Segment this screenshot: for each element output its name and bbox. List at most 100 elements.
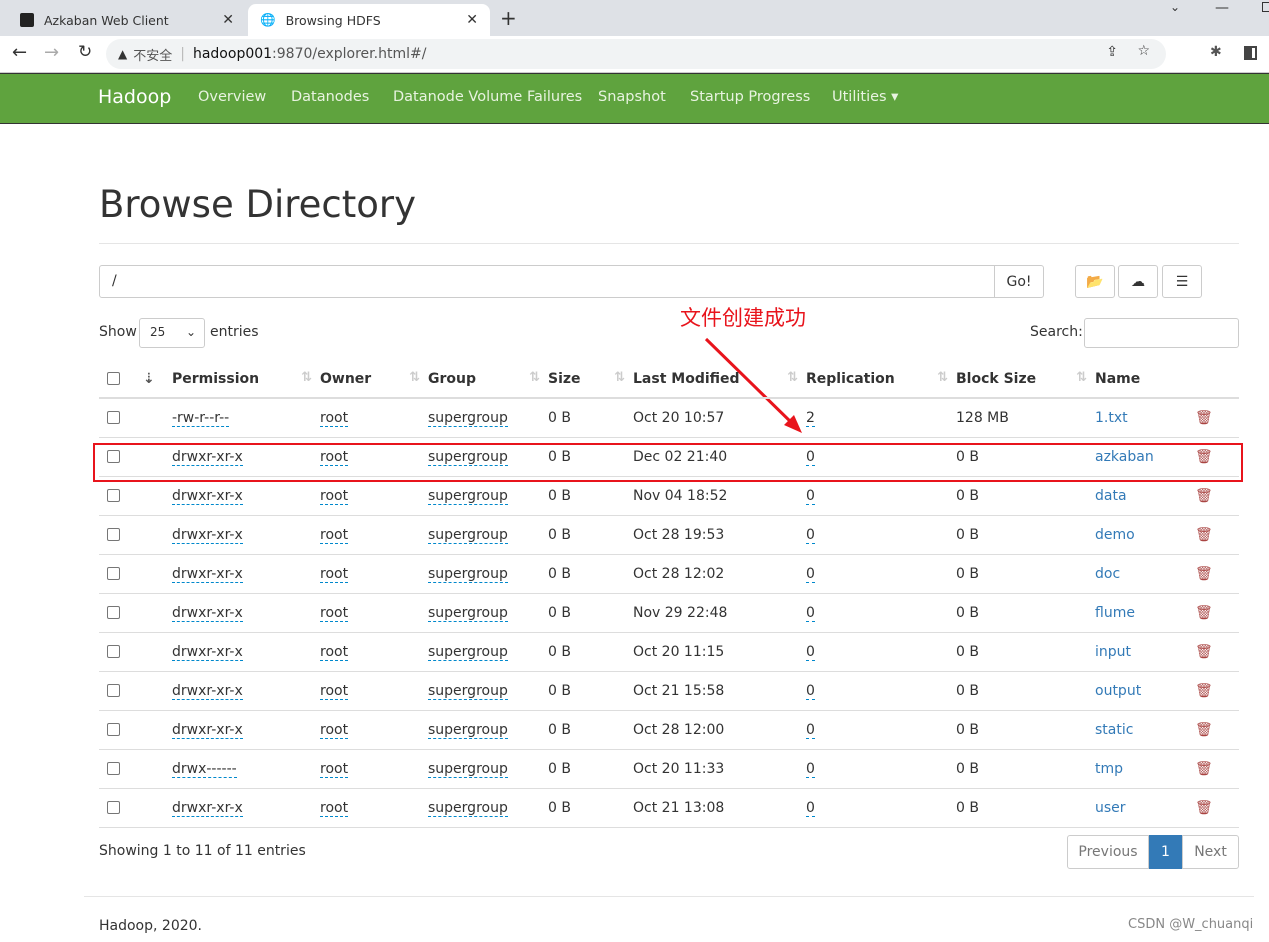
select-cell bbox=[99, 710, 143, 750]
column-header[interactable]: Owner ⇅ bbox=[320, 360, 428, 399]
trash-icon[interactable]: 🗑 bbox=[1195, 527, 1213, 543]
nav-datanodes[interactable]: Datanodes bbox=[291, 89, 369, 105]
trash-icon[interactable]: 🗑 bbox=[1195, 644, 1213, 660]
nav-volume-failures[interactable]: Datanode Volume Failures bbox=[393, 89, 582, 105]
select-cell bbox=[99, 398, 143, 438]
select-cell bbox=[99, 749, 143, 789]
page-1-button[interactable]: 1 bbox=[1149, 835, 1182, 869]
column-header[interactable]: Block Size ⇅ bbox=[956, 360, 1095, 399]
sort-column[interactable]: ⇣ bbox=[143, 360, 172, 399]
cell: supergroup bbox=[428, 788, 548, 828]
nav-utilities[interactable]: Utilities ▾ bbox=[832, 89, 898, 105]
cell: drwxr-xr-x bbox=[172, 710, 320, 750]
trash-icon[interactable]: 🗑 bbox=[1195, 488, 1213, 504]
trash-icon[interactable]: 🗑 bbox=[1195, 683, 1213, 699]
select-cell bbox=[99, 515, 143, 555]
star-icon[interactable]: ☆ bbox=[1137, 43, 1150, 59]
go-button[interactable]: Go! bbox=[994, 265, 1044, 298]
cell: 0 bbox=[806, 788, 956, 828]
side-panel-icon[interactable] bbox=[1244, 46, 1257, 60]
cell: 0 B bbox=[956, 749, 1095, 789]
cell: Oct 20 11:15 bbox=[633, 632, 806, 672]
cut-paste-button[interactable]: ☰ bbox=[1162, 265, 1202, 298]
share-icon[interactable]: ⇪ bbox=[1106, 44, 1118, 60]
trash-icon[interactable]: 🗑 bbox=[1195, 605, 1213, 621]
cell: Nov 29 22:48 bbox=[633, 593, 806, 633]
nav-overview[interactable]: Overview bbox=[198, 89, 266, 105]
nav-snapshot[interactable]: Snapshot bbox=[598, 89, 666, 105]
delete-cell: 🗑 bbox=[1195, 788, 1239, 828]
upload-button[interactable]: ☁ bbox=[1118, 265, 1158, 298]
divider bbox=[99, 243, 1239, 244]
column-header[interactable]: Size ⇅ bbox=[548, 360, 633, 399]
delete-cell: 🗑 bbox=[1195, 515, 1239, 555]
tab-search-icon[interactable]: ⌄ bbox=[1170, 0, 1180, 14]
forward-icon[interactable]: → bbox=[44, 42, 59, 63]
footer-text: Hadoop, 2020. bbox=[99, 918, 202, 934]
brand-link[interactable]: Hadoop bbox=[98, 86, 171, 108]
search-input[interactable] bbox=[1084, 318, 1239, 348]
column-header[interactable]: Name bbox=[1095, 360, 1195, 399]
maximize-button[interactable] bbox=[1262, 2, 1269, 12]
minimize-button[interactable]: — bbox=[1215, 0, 1229, 16]
new-tab-button[interactable]: + bbox=[500, 6, 517, 30]
cell: drwxr-xr-x bbox=[172, 671, 320, 711]
tab-browsing-hdfs[interactable]: 🌐 Browsing HDFS ✕ bbox=[248, 4, 490, 36]
nav-startup-progress[interactable]: Startup Progress bbox=[690, 89, 810, 105]
entries-select[interactable]: 25 ⌄ bbox=[139, 318, 205, 348]
cell: 0 B bbox=[956, 515, 1095, 555]
cell: 128 MB bbox=[956, 398, 1095, 438]
cell: root bbox=[320, 593, 428, 633]
row-checkbox[interactable] bbox=[107, 606, 120, 619]
previous-button[interactable]: Previous bbox=[1067, 835, 1149, 869]
table-row: drwxr-xr-x root supergroup 0 B Nov 29 22:48 0… bbox=[99, 593, 1239, 633]
cell: tmp bbox=[1095, 749, 1195, 789]
trash-icon[interactable]: 🗑 bbox=[1195, 410, 1213, 426]
delete-cell: 🗑 bbox=[1195, 398, 1239, 438]
table-row: drwxr-xr-x root supergroup 0 B Oct 21 15:58 0… bbox=[99, 671, 1239, 711]
back-icon[interactable]: ← bbox=[12, 42, 27, 63]
chevron-down-icon: ⌄ bbox=[185, 325, 196, 339]
cell: Oct 20 11:33 bbox=[633, 749, 806, 789]
cell: Oct 28 12:02 bbox=[633, 554, 806, 594]
path-input[interactable]: / bbox=[99, 265, 995, 298]
reload-icon[interactable]: ↻ bbox=[78, 42, 92, 62]
close-tab-icon[interactable]: ✕ bbox=[222, 12, 234, 28]
column-header[interactable]: Group ⇅ bbox=[428, 360, 548, 399]
column-header[interactable]: Replication ⇅ bbox=[806, 360, 956, 399]
tab-azkaban[interactable]: Azkaban Web Client ✕ bbox=[8, 4, 246, 36]
row-checkbox[interactable] bbox=[107, 528, 120, 541]
row-checkbox[interactable] bbox=[107, 645, 120, 658]
page-title: Browse Directory bbox=[99, 183, 417, 226]
cell: Oct 28 19:53 bbox=[633, 515, 806, 555]
delete-cell: 🗑 bbox=[1195, 671, 1239, 711]
sort-icon: ⇅ bbox=[301, 370, 312, 385]
row-checkbox[interactable] bbox=[107, 489, 120, 502]
extensions-icon[interactable]: ✱ bbox=[1210, 44, 1222, 60]
cell: supergroup bbox=[428, 749, 548, 789]
table-row: drwxr-xr-x root supergroup 0 B Oct 28 12:00 0… bbox=[99, 710, 1239, 750]
select-all-checkbox[interactable] bbox=[107, 372, 120, 385]
sort-icon: ⇅ bbox=[1076, 370, 1087, 385]
file-table: ⇣ Permission ⇅ Owner ⇅ Group ⇅ Size ⇅ Last Modifi… bbox=[99, 360, 1239, 828]
row-checkbox[interactable] bbox=[107, 684, 120, 697]
row-checkbox[interactable] bbox=[107, 411, 120, 425]
table-row: drwx------ root supergroup 0 B Oct 20 11:33 0… bbox=[99, 749, 1239, 789]
create-folder-button[interactable]: 📂 bbox=[1075, 265, 1115, 298]
trash-icon[interactable]: 🗑 bbox=[1195, 800, 1213, 816]
cell: 0 B bbox=[956, 710, 1095, 750]
column-header[interactable]: Permission ⇅ bbox=[172, 360, 320, 399]
row-checkbox[interactable] bbox=[107, 801, 120, 814]
close-tab-icon[interactable]: ✕ bbox=[466, 12, 478, 28]
url-field[interactable]: ▲ 不安全 | hadoop001:9870/explorer.html#/ ⇪… bbox=[106, 39, 1166, 69]
trash-icon[interactable]: 🗑 bbox=[1195, 761, 1213, 777]
trash-icon[interactable]: 🗑 bbox=[1195, 722, 1213, 738]
row-checkbox[interactable] bbox=[107, 762, 120, 775]
row-checkbox[interactable] bbox=[107, 723, 120, 736]
trash-icon[interactable]: 🗑 bbox=[1195, 566, 1213, 582]
column-header[interactable]: Last Modified ⇅ bbox=[633, 360, 806, 399]
watermark: CSDN @W_chuanqi bbox=[1128, 917, 1254, 932]
select-all-cell bbox=[99, 360, 143, 399]
row-checkbox[interactable] bbox=[107, 567, 120, 580]
next-button[interactable]: Next bbox=[1182, 835, 1239, 869]
